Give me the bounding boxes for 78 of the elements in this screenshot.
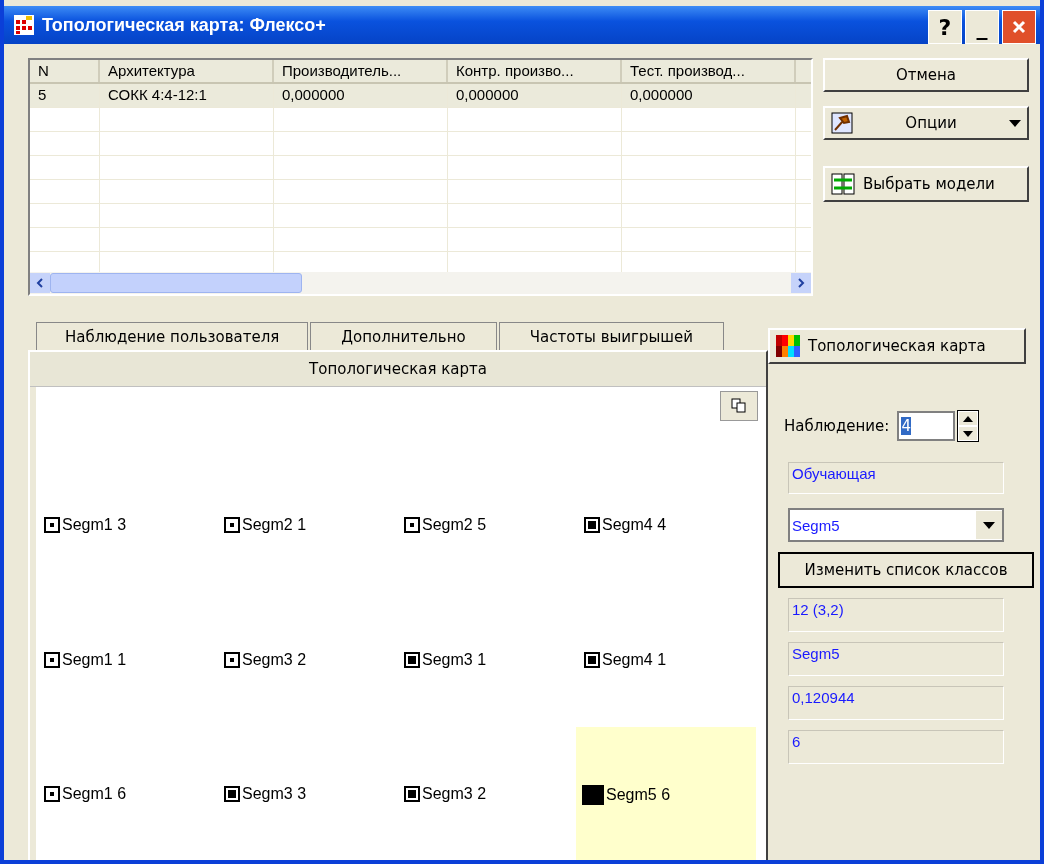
cancel-button[interactable]: Отмена (823, 58, 1029, 92)
table-cell: 0,000000 (622, 84, 796, 107)
boxed-square-icon (404, 651, 420, 668)
column-header[interactable]: Производитель... (274, 60, 448, 82)
info-field: Segm5 (788, 642, 1004, 676)
minimize-button[interactable]: _ (965, 10, 999, 44)
node-label: Segm1 6 (62, 785, 127, 803)
table-cell: 5 (30, 84, 100, 107)
copy-icon (731, 398, 747, 414)
caret-icon[interactable] (983, 521, 995, 529)
node-label: Segm5 6 (606, 786, 671, 804)
tab[interactable]: Частоты выигрышей (498, 322, 725, 350)
help-button[interactable]: ? (928, 10, 962, 44)
caret-icon (1009, 119, 1021, 127)
panel-header: Топологическая карта (30, 352, 766, 387)
boxed-square-icon (584, 516, 600, 533)
copy-button[interactable] (720, 391, 758, 421)
info-field: 6 (788, 730, 1004, 764)
node-label: Segm1 1 (62, 650, 127, 669)
map-cell[interactable]: Segm3 3 (216, 727, 396, 860)
map-cell[interactable]: Segm2 5 (396, 457, 576, 592)
info-field: 0,120944 (788, 686, 1004, 720)
filled-square-icon (582, 785, 604, 805)
table-cell: 0,000000 (448, 84, 622, 107)
topological-map-button[interactable]: Топологическая карта (768, 328, 1026, 364)
node-label: Segm2 1 (242, 515, 307, 534)
color-grid-icon (776, 335, 800, 357)
scroll-right-icon[interactable] (797, 278, 805, 288)
node-label: Segm3 1 (422, 650, 487, 669)
scroll-left-icon[interactable] (36, 278, 44, 288)
down-arrow-icon[interactable] (963, 430, 974, 437)
node-label: Segm3 2 (422, 785, 487, 803)
node-label: Segm4 4 (602, 515, 667, 534)
info-field: 12 (3,2) (788, 598, 1004, 632)
close-button[interactable] (1002, 10, 1036, 44)
table-cell: 0,000000 (274, 84, 448, 107)
observation-field[interactable]: 4 (897, 411, 956, 441)
change-classes-button[interactable]: Изменить список классов (778, 552, 1034, 588)
scroll-thumb[interactable] (50, 273, 302, 293)
columns-icon (831, 173, 855, 195)
spin-buttons[interactable] (957, 410, 980, 442)
class-dropdown[interactable]: Segm5 (788, 508, 1004, 542)
boxed-square-icon (404, 786, 420, 802)
column-header[interactable]: Контр. произво... (448, 60, 622, 82)
map-cell[interactable]: Segm3 1 (396, 592, 576, 727)
node-label: Segm1 3 (62, 515, 127, 534)
table-cell: СОКК 4:4-12:1 (100, 84, 274, 107)
options-button[interactable]: Опции (823, 106, 1029, 140)
node-label: Segm3 2 (242, 650, 307, 669)
column-header[interactable]: Тест. производ... (622, 60, 796, 82)
tab[interactable]: Дополнительно (310, 322, 497, 350)
up-arrow-icon[interactable] (963, 415, 974, 422)
window-title: Топологическая карта: Флексо+ (42, 14, 327, 36)
hammer-icon (831, 112, 853, 134)
map-cell[interactable]: Segm1 1 (36, 592, 216, 727)
select-models-button[interactable]: Выбрать модели (823, 166, 1029, 202)
horizontal-scrollbar[interactable] (30, 272, 811, 294)
table-row[interactable]: 5 СОКК 4:4-12:1 0,000000 0,000000 0,000000 (30, 84, 811, 108)
map-cell[interactable]: Segm3 2 (216, 592, 396, 727)
grid-icon (14, 15, 34, 35)
close-icon[interactable] (1010, 18, 1028, 36)
map-cell[interactable]: Segm4 1 (576, 592, 756, 727)
boxed-square-icon (584, 651, 600, 668)
node-label: Segm3 3 (242, 785, 307, 803)
node-label: Segm2 5 (422, 515, 487, 534)
map-cell[interactable]: Segm3 2 (396, 727, 576, 860)
column-header[interactable]: Архитектура (100, 60, 274, 82)
map-cell[interactable]: Segm2 1 (216, 457, 396, 592)
set-type-field: Обучающая (788, 462, 1004, 494)
map-cell[interactable]: Segm4 4 (576, 457, 756, 592)
map-cell[interactable]: Segm1 6 (36, 727, 216, 860)
highlighted-map-cell[interactable]: Segm5 6 (576, 727, 756, 860)
tab[interactable]: Наблюдение пользователя (36, 322, 309, 350)
map-cell[interactable]: Segm1 3 (36, 457, 216, 592)
column-header[interactable]: N (30, 60, 100, 82)
node-label: Segm4 1 (602, 650, 667, 669)
boxed-square-icon (224, 786, 240, 802)
observation-label: Наблюдение: (784, 417, 890, 435)
